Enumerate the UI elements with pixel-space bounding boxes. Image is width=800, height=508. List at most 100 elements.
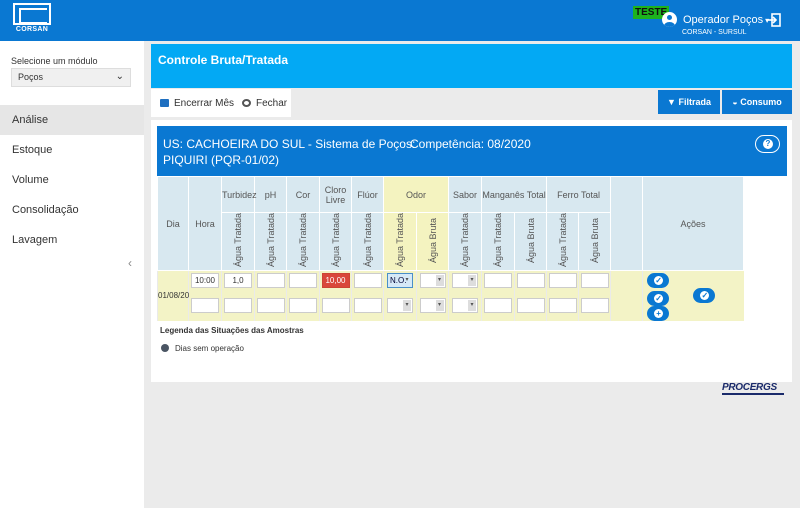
sidebar-item-volume[interactable]: Volume bbox=[0, 165, 144, 195]
cloro-input[interactable]: 10,00 bbox=[321, 273, 350, 289]
help-button[interactable]: ? bbox=[755, 135, 780, 153]
col-turbidez: Turbidez bbox=[221, 176, 257, 213]
confirm-button[interactable]: ✓ bbox=[647, 273, 670, 289]
user-org: CORSAN - SURSUL bbox=[682, 29, 747, 36]
samples-table: Dia Hora Turbidez pH Cor Cloro Livre Flú… bbox=[157, 176, 800, 321]
sidebar-item-lavagem[interactable]: Lavagem bbox=[0, 225, 144, 255]
sabor-select[interactable]: ▾ bbox=[452, 273, 479, 289]
fluor-input-2[interactable] bbox=[353, 298, 382, 313]
cell: 1,0 bbox=[221, 270, 255, 291]
cell: ▾ bbox=[415, 270, 449, 291]
module-select[interactable]: Poços ⌄ bbox=[11, 68, 131, 87]
sub-odor-bruta: Água Bruta bbox=[415, 212, 450, 271]
sidebar-item-analise[interactable]: Análise bbox=[0, 105, 144, 135]
well-line: PIQUIRI (PQR-01/02) bbox=[163, 153, 280, 167]
col-odor: Odor bbox=[382, 176, 450, 213]
hora-input[interactable]: 10:00 bbox=[191, 273, 219, 289]
col-sabor: Sabor bbox=[448, 176, 483, 213]
panel-header: US: CACHOEIRA DO SUL - Sistema de Poços:… bbox=[157, 126, 787, 176]
cell bbox=[578, 270, 611, 291]
check-icon: ✓ bbox=[700, 291, 710, 301]
cell: 10:00 bbox=[188, 270, 222, 291]
hora-input-2[interactable] bbox=[191, 298, 219, 313]
cell: ▾ bbox=[383, 290, 417, 321]
chevron-down-icon: ▾ bbox=[435, 275, 444, 287]
cor-input-2[interactable] bbox=[289, 298, 317, 313]
cell bbox=[351, 290, 384, 321]
confirm-button-2[interactable]: ✓ bbox=[647, 290, 670, 306]
ferro-tratada-input-2[interactable] bbox=[548, 298, 577, 313]
col-acoes: Ações bbox=[642, 176, 745, 271]
cell bbox=[481, 270, 515, 291]
sub-cor-tratada: Água Tratada bbox=[286, 212, 320, 271]
sub-fluor-tratada: Água Tratada bbox=[351, 212, 384, 271]
vertical-label: Água Tratada bbox=[233, 213, 243, 268]
sabor-select-2[interactable]: ▾ bbox=[452, 298, 479, 313]
manganes-tratada-input[interactable] bbox=[484, 273, 513, 289]
corsan-logo[interactable]: CORSAN bbox=[13, 3, 51, 37]
cell bbox=[546, 290, 579, 321]
competencia: Competência: 08/2020 bbox=[410, 137, 531, 151]
odor-bruta-select-2[interactable]: ▾ bbox=[419, 298, 446, 313]
status-dot-icon bbox=[161, 344, 169, 352]
sidebar-item-consolidacao[interactable]: Consolidação bbox=[0, 195, 144, 225]
col-hora: Hora bbox=[188, 176, 222, 271]
filtrada-button[interactable]: ▼ Filtrada bbox=[658, 90, 720, 114]
cell bbox=[610, 270, 643, 291]
module-value: Poços bbox=[18, 72, 44, 82]
ferro-tratada-input[interactable] bbox=[548, 273, 577, 289]
ph-input[interactable] bbox=[256, 273, 285, 289]
vertical-label: Água Tratada bbox=[265, 213, 276, 268]
col-cor: Cor bbox=[286, 176, 320, 213]
fechar-button[interactable]: Fechar bbox=[242, 98, 287, 109]
sidebar: Selecione um módulo Poços ⌄ Análise Esto… bbox=[0, 41, 144, 508]
row-dia: 01/08/20 bbox=[157, 270, 189, 321]
legend-title: Legenda das Situações das Amostras bbox=[160, 326, 304, 335]
filter-icon: ▼ bbox=[667, 97, 676, 107]
ph-input-2[interactable] bbox=[256, 298, 285, 313]
user-icon[interactable] bbox=[662, 12, 677, 27]
filtrada-label: Filtrada bbox=[678, 97, 711, 107]
sub-sabor-tratada: Água Tratada bbox=[448, 212, 483, 271]
col-ph: pH bbox=[254, 176, 287, 213]
sub-turbidez-tratada: Água Tratada bbox=[221, 212, 255, 271]
consumo-button[interactable]: ◒ Consumo bbox=[722, 90, 792, 114]
collapse-sidebar-icon[interactable]: ‹ bbox=[128, 256, 132, 270]
logout-icon[interactable] bbox=[766, 12, 782, 28]
turbidez-input[interactable]: 1,0 bbox=[224, 273, 252, 289]
plus-icon: + bbox=[654, 308, 664, 318]
user-menu[interactable]: Operador Poços▾ bbox=[683, 14, 769, 26]
cell bbox=[514, 270, 547, 291]
manganes-tratada-input-2[interactable] bbox=[484, 298, 513, 313]
vertical-label: Água Tratada bbox=[298, 213, 308, 268]
ferro-bruta-input-2[interactable] bbox=[580, 298, 609, 313]
fechar-label: Fechar bbox=[256, 98, 288, 109]
encerrar-mes-button[interactable]: Encerrar Mês bbox=[160, 98, 234, 109]
cor-input[interactable] bbox=[289, 273, 317, 289]
manganes-bruta-input-2[interactable] bbox=[516, 298, 545, 313]
col-ferro: Ferro Total bbox=[546, 176, 612, 213]
cloro-input-2[interactable] bbox=[321, 298, 350, 313]
cell bbox=[351, 270, 384, 291]
fluor-input[interactable] bbox=[353, 273, 382, 289]
turbidez-input-2[interactable] bbox=[224, 298, 252, 313]
odor-tratada-select-2[interactable]: ▾ bbox=[387, 298, 413, 313]
vertical-label: Água Bruta bbox=[427, 217, 438, 264]
odor-tratada-select[interactable]: N.O. ▾ bbox=[387, 273, 413, 289]
chevron-down-icon: ⌄ bbox=[115, 71, 124, 82]
add-sample-button[interactable]: + bbox=[647, 305, 670, 321]
odor-bruta-select[interactable]: ▾ bbox=[419, 273, 446, 289]
check-icon: ✓ bbox=[654, 293, 664, 303]
confirm-all-button[interactable]: ✓ bbox=[693, 288, 716, 304]
sub-cloro-tratada: Água Tratada bbox=[319, 212, 352, 271]
unit-line: US: CACHOEIRA DO SUL - Sistema de Poços: bbox=[163, 137, 416, 151]
cell bbox=[286, 270, 320, 291]
chevron-down-icon: ▾ bbox=[405, 277, 409, 284]
ferro-bruta-input[interactable] bbox=[580, 273, 609, 289]
manganes-bruta-input[interactable] bbox=[516, 273, 545, 289]
logo-mark bbox=[13, 3, 51, 25]
sidebar-item-estoque[interactable]: Estoque bbox=[0, 135, 144, 165]
encerrar-mes-label: Encerrar Mês bbox=[174, 98, 235, 109]
cell: 10,00 bbox=[319, 270, 352, 291]
col-spacer bbox=[610, 176, 644, 271]
